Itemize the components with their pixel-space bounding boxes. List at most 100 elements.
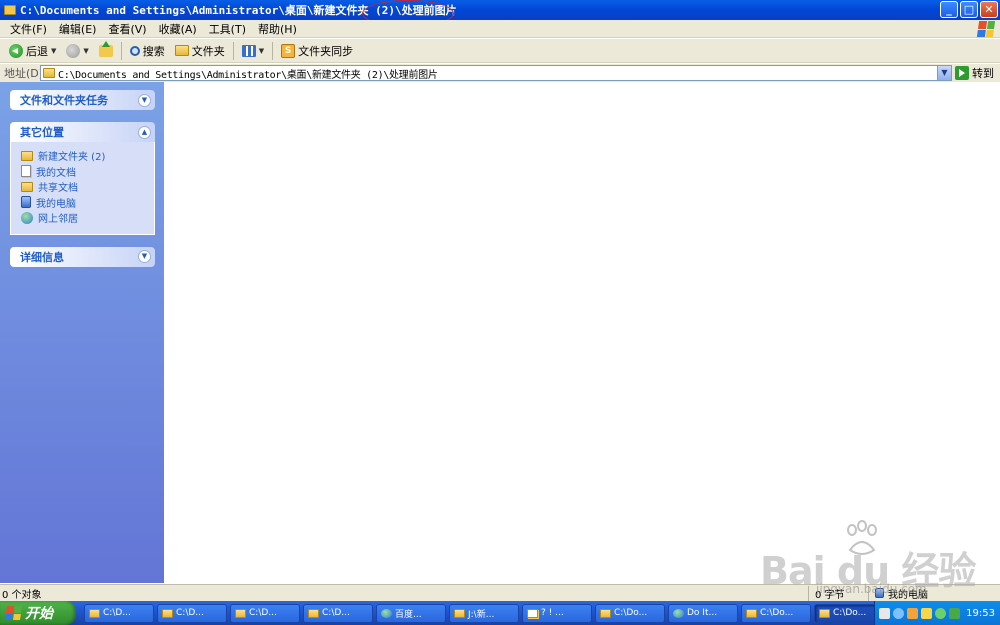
file-folder-tasks-header[interactable]: 文件和文件夹任务 ▼ xyxy=(10,90,155,110)
address-label: 地址(D) xyxy=(4,67,44,80)
taskbar-button[interactable]: 百度... xyxy=(376,603,446,623)
address-dropdown-button[interactable]: ▼ xyxy=(937,66,951,80)
shared-folder-icon xyxy=(21,181,33,192)
place-label: 我的文档 xyxy=(36,167,76,179)
task-label: ? ! ... xyxy=(541,608,564,618)
views-button[interactable]: ▼ xyxy=(237,40,269,62)
back-button[interactable]: 后退 ▼ xyxy=(4,40,61,62)
other-places-list: 新建文件夹 (2) 我的文档 共享文档 我的电脑 网上邻居 xyxy=(10,142,155,235)
details-header[interactable]: 详细信息 ▼ xyxy=(10,246,155,267)
antivirus-icon[interactable] xyxy=(935,607,946,619)
sync-icon: S xyxy=(281,43,296,58)
windows-flag-icon xyxy=(5,606,22,620)
task-label: C:\Do... xyxy=(833,608,867,618)
address-input[interactable]: C:\Documents and Settings\Administrator\… xyxy=(40,65,952,81)
network-icon[interactable] xyxy=(893,607,904,619)
document-icon xyxy=(527,608,538,618)
expand-chevron-icon[interactable]: ▼ xyxy=(138,93,151,107)
chevron-down-icon[interactable]: ▼ xyxy=(259,47,264,55)
menu-view[interactable]: 查看(V) xyxy=(102,21,152,37)
search-button[interactable]: 搜索 xyxy=(125,40,170,62)
task-label: C:\Do... xyxy=(614,608,648,618)
start-button[interactable]: 开始 xyxy=(0,601,76,625)
maximize-button[interactable]: □ xyxy=(960,1,978,18)
user-icon[interactable] xyxy=(907,607,918,619)
go-button[interactable]: 转到 xyxy=(955,65,994,81)
close-button[interactable]: ✕ xyxy=(980,1,998,18)
toolbar-separator xyxy=(232,41,234,60)
folder-icon xyxy=(746,608,757,618)
chevron-down-icon[interactable]: ▼ xyxy=(51,47,56,55)
menu-favorites[interactable]: 收藏(A) xyxy=(153,21,203,37)
taskbar-button[interactable]: Do It... xyxy=(668,603,738,623)
system-tray: 19:53 xyxy=(874,601,1000,625)
search-label: 搜索 xyxy=(142,44,165,58)
address-value[interactable]: C:\Documents and Settings\Administrator\… xyxy=(58,66,438,81)
documents-icon xyxy=(21,165,31,178)
start-label: 开始 xyxy=(25,606,53,622)
menu-tools[interactable]: 工具(T) xyxy=(203,21,252,37)
menu-help[interactable]: 帮助(H) xyxy=(252,21,303,37)
plus-icon[interactable] xyxy=(949,607,960,619)
taskbar: 开始 C:\D... C:\D... C:\D... C:\D... 百度...… xyxy=(0,601,1000,625)
chevron-down-icon[interactable]: ▼ xyxy=(83,47,88,55)
taskbar-button[interactable]: C:\D... xyxy=(84,603,154,623)
back-label: 后退 xyxy=(26,44,48,58)
collapse-chevron-icon[interactable]: ▲ xyxy=(138,125,151,139)
toolbar: 后退 ▼ ▼ 搜索 文件夹 ▼ S 文件夹同步 xyxy=(0,39,1000,63)
taskbar-button[interactable]: C:\Do... xyxy=(595,603,665,623)
menu-bar: 文件(F) 编辑(E) 查看(V) 收藏(A) 工具(T) 帮助(H) xyxy=(0,20,1000,38)
folders-label: 文件夹 xyxy=(191,44,225,58)
taskbar-button[interactable]: C:\Do... xyxy=(741,603,811,623)
object-count: 0 个对象 xyxy=(2,589,42,601)
watermark: Bai du 经验 jingyan.baidu.com xyxy=(760,520,976,596)
place-label: 共享文档 xyxy=(38,183,78,195)
up-button[interactable] xyxy=(94,40,118,62)
file-list-area[interactable] xyxy=(164,82,1000,583)
panel-title: 文件和文件夹任务 xyxy=(20,94,108,107)
place-new-folder[interactable]: 新建文件夹 (2) xyxy=(21,148,154,164)
place-my-documents[interactable]: 我的文档 xyxy=(21,164,154,180)
computer-icon xyxy=(21,196,31,209)
watermark-url: jingyan.baidu.com xyxy=(816,582,927,596)
task-label: 百度... xyxy=(395,609,422,620)
taskbar-button[interactable]: J:\新... xyxy=(449,603,519,623)
clock[interactable]: 19:53 xyxy=(966,608,1000,619)
folder-icon xyxy=(89,608,100,618)
keyboard-icon[interactable] xyxy=(879,607,890,619)
menu-edit[interactable]: 编辑(E) xyxy=(53,21,103,37)
taskbar-button[interactable]: C:\D... xyxy=(230,603,300,623)
other-places-header[interactable]: 其它位置 ▲ xyxy=(10,122,155,142)
forward-button[interactable]: ▼ xyxy=(61,40,93,62)
place-shared-documents[interactable]: 共享文档 xyxy=(21,179,154,195)
folder-icon xyxy=(174,45,189,56)
folder-icon xyxy=(819,608,830,618)
folders-button[interactable]: 文件夹 xyxy=(170,40,230,62)
minimize-button[interactable]: _ xyxy=(940,1,958,18)
network-globe-icon xyxy=(21,211,33,224)
place-my-computer[interactable]: 我的电脑 xyxy=(21,195,154,211)
expand-chevron-icon[interactable]: ▼ xyxy=(138,250,151,263)
shield-icon[interactable] xyxy=(921,607,932,619)
title-bar[interactable]: C:\Documents and Settings\Administrator\… xyxy=(0,0,1000,20)
back-arrow-icon xyxy=(9,43,23,58)
taskbar-button[interactable]: C:\D... xyxy=(303,603,373,623)
taskbar-button[interactable]: ? ! ... xyxy=(522,603,592,623)
panel-title: 详细信息 xyxy=(20,250,64,264)
folder-sync-label: 文件夹同步 xyxy=(298,44,354,58)
details-panel: 详细信息 ▼ xyxy=(10,246,155,267)
window-controls: _ □ ✕ xyxy=(940,1,998,18)
folder-icon xyxy=(4,5,16,15)
task-label: C:\D... xyxy=(176,608,204,618)
app-icon xyxy=(673,608,684,618)
place-network[interactable]: 网上邻居 xyxy=(21,210,154,226)
taskbar-button[interactable]: C:\D... xyxy=(157,603,227,623)
file-folder-tasks-panel: 文件和文件夹任务 ▼ xyxy=(10,90,155,110)
folder-sync-button[interactable]: S 文件夹同步 xyxy=(276,40,358,62)
folder-up-icon xyxy=(98,40,113,57)
toolbar-separator xyxy=(272,41,274,60)
forward-arrow-icon xyxy=(66,43,81,58)
menu-file[interactable]: 文件(F) xyxy=(4,21,53,37)
other-places-panel: 其它位置 ▲ 新建文件夹 (2) 我的文档 共享文档 我的电脑 网上邻居 xyxy=(10,122,155,235)
windows-logo-icon xyxy=(976,21,996,37)
